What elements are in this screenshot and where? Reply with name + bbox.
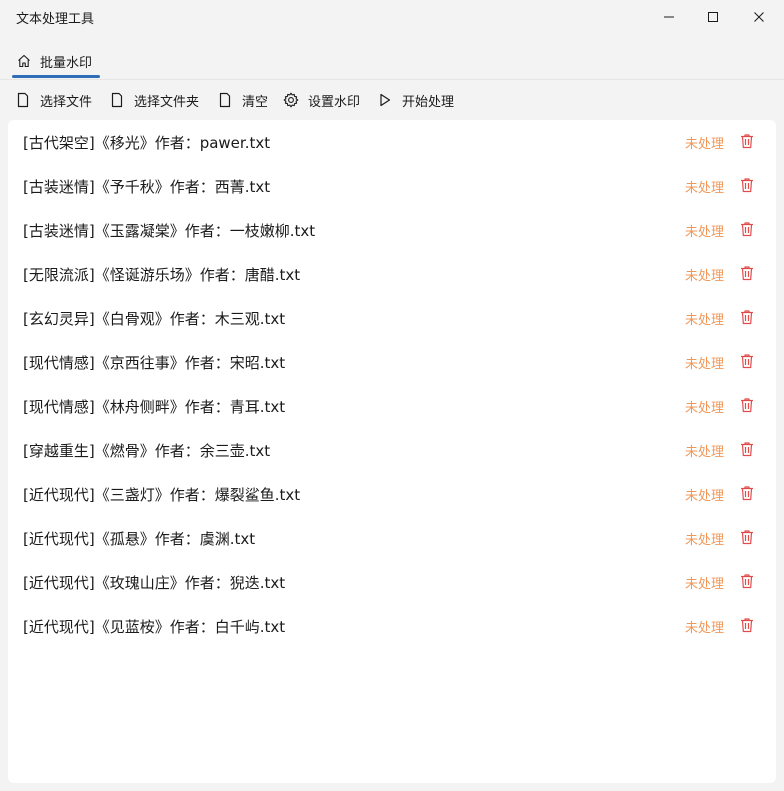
file-name: [古代架空]《移光》作者：pawer.txt	[23, 134, 271, 152]
clear-label: 清空	[242, 94, 269, 110]
tab-batch-watermark[interactable]: 批量水印	[12, 46, 100, 76]
status-badge: 未处理	[685, 181, 725, 196]
file-name: [穿越重生]《燃骨》作者：余三壶.txt	[23, 442, 271, 460]
file-name: [现代情感]《林舟侧畔》作者：青耳.txt	[23, 398, 286, 416]
status-badge: 未处理	[685, 445, 725, 460]
list-item[interactable]: [玄幻灵异]《白骨观》作者：木三观.txt 未处理	[8, 296, 776, 340]
delete-icon[interactable]	[740, 441, 754, 457]
delete-icon[interactable]	[740, 397, 754, 413]
select-file-label: 选择文件	[40, 94, 93, 110]
document-icon	[216, 91, 234, 109]
file-name: [古装迷情]《予千秋》作者：西菁.txt	[23, 178, 271, 196]
status-badge: 未处理	[685, 357, 725, 372]
set-watermark-label: 设置水印	[308, 94, 361, 110]
delete-icon[interactable]	[740, 485, 754, 501]
list-item[interactable]: [近代现代]《三盏灯》作者：爆裂鲨鱼.txt 未处理	[8, 472, 776, 516]
start-button[interactable]: 开始处理	[376, 84, 454, 116]
list-item[interactable]: [现代情感]《林舟侧畔》作者：青耳.txt 未处理	[8, 384, 776, 428]
set-watermark-button[interactable]: 设置水印	[282, 84, 360, 116]
file-name: [无限流派]《怪诞游乐场》作者：唐醋.txt	[23, 266, 301, 284]
document-icon	[108, 91, 126, 109]
maximize-button[interactable]	[690, 0, 736, 34]
list-item[interactable]: [近代现代]《玫瑰山庄》作者：猊迭.txt 未处理	[8, 560, 776, 604]
status-badge: 未处理	[685, 621, 725, 636]
list-item[interactable]: [穿越重生]《燃骨》作者：余三壶.txt 未处理	[8, 428, 776, 472]
select-folder-label: 选择文件夹	[134, 94, 200, 110]
list-item[interactable]: [古装迷情]《予千秋》作者：西菁.txt 未处理	[8, 164, 776, 208]
file-name: [古装迷情]《玉露凝棠》作者：一枝嫩柳.txt	[23, 222, 316, 240]
list-item[interactable]: [古装迷情]《玉露凝棠》作者：一枝嫩柳.txt 未处理	[8, 208, 776, 252]
status-badge: 未处理	[685, 533, 725, 548]
file-name: [近代现代]《见蓝桉》作者：白千屿.txt	[23, 618, 286, 636]
file-name: [近代现代]《孤悬》作者：虞渊.txt	[23, 530, 256, 548]
delete-icon[interactable]	[740, 133, 754, 149]
delete-icon[interactable]	[740, 617, 754, 633]
toolbar: 选择文件 选择文件夹 清空 设置水印 开始处理	[0, 84, 784, 116]
play-icon	[376, 91, 394, 109]
file-name: [近代现代]《玫瑰山庄》作者：猊迭.txt	[23, 574, 286, 592]
list-item[interactable]: [现代情感]《京西往事》作者：宋昭.txt 未处理	[8, 340, 776, 384]
maximize-icon	[708, 12, 718, 22]
window-title: 文本处理工具	[16, 12, 95, 27]
delete-icon[interactable]	[740, 353, 754, 369]
file-name: [近代现代]《三盏灯》作者：爆裂鲨鱼.txt	[23, 486, 301, 504]
clear-button[interactable]: 清空	[216, 84, 268, 116]
select-folder-button[interactable]: 选择文件夹	[108, 84, 199, 116]
select-file-button[interactable]: 选择文件	[14, 84, 92, 116]
close-button[interactable]	[736, 0, 782, 34]
start-label: 开始处理	[402, 94, 455, 110]
delete-icon[interactable]	[740, 309, 754, 325]
status-badge: 未处理	[685, 401, 725, 416]
list-item[interactable]: [无限流派]《怪诞游乐场》作者：唐醋.txt 未处理	[8, 252, 776, 296]
title-bar: 文本处理工具	[0, 0, 784, 34]
file-name: [现代情感]《京西往事》作者：宋昭.txt	[23, 354, 286, 372]
gear-icon	[282, 91, 300, 109]
delete-icon[interactable]	[740, 221, 754, 237]
list-item[interactable]: [古代架空]《移光》作者：pawer.txt 未处理	[8, 120, 776, 164]
home-icon	[18, 54, 30, 68]
list-item[interactable]: [近代现代]《孤悬》作者：虞渊.txt 未处理	[8, 516, 776, 560]
minimize-icon	[664, 16, 674, 18]
list-item[interactable]: [近代现代]《见蓝桉》作者：白千屿.txt 未处理	[8, 604, 776, 648]
delete-icon[interactable]	[740, 265, 754, 281]
status-badge: 未处理	[685, 225, 725, 240]
document-icon	[14, 91, 32, 109]
status-badge: 未处理	[685, 313, 725, 328]
app-window: 文本处理工具 批量水印 选择文件 选择文件夹 清空 设置水印 开始处理 [古代架…	[0, 0, 784, 791]
delete-icon[interactable]	[740, 573, 754, 589]
file-list: [古代架空]《移光》作者：pawer.txt 未处理 [古装迷情]《予千秋》作者：西…	[8, 120, 776, 783]
minimize-button[interactable]	[646, 0, 692, 34]
status-badge: 未处理	[685, 577, 725, 592]
tab-label: 批量水印	[40, 55, 93, 71]
delete-icon[interactable]	[740, 177, 754, 193]
file-name: [玄幻灵异]《白骨观》作者：木三观.txt	[23, 310, 286, 328]
status-badge: 未处理	[685, 269, 725, 284]
tab-bar: 批量水印	[0, 40, 784, 80]
status-badge: 未处理	[685, 489, 725, 504]
tab-active-indicator	[12, 75, 100, 78]
status-badge: 未处理	[685, 137, 725, 152]
close-icon	[754, 12, 764, 22]
delete-icon[interactable]	[740, 529, 754, 545]
